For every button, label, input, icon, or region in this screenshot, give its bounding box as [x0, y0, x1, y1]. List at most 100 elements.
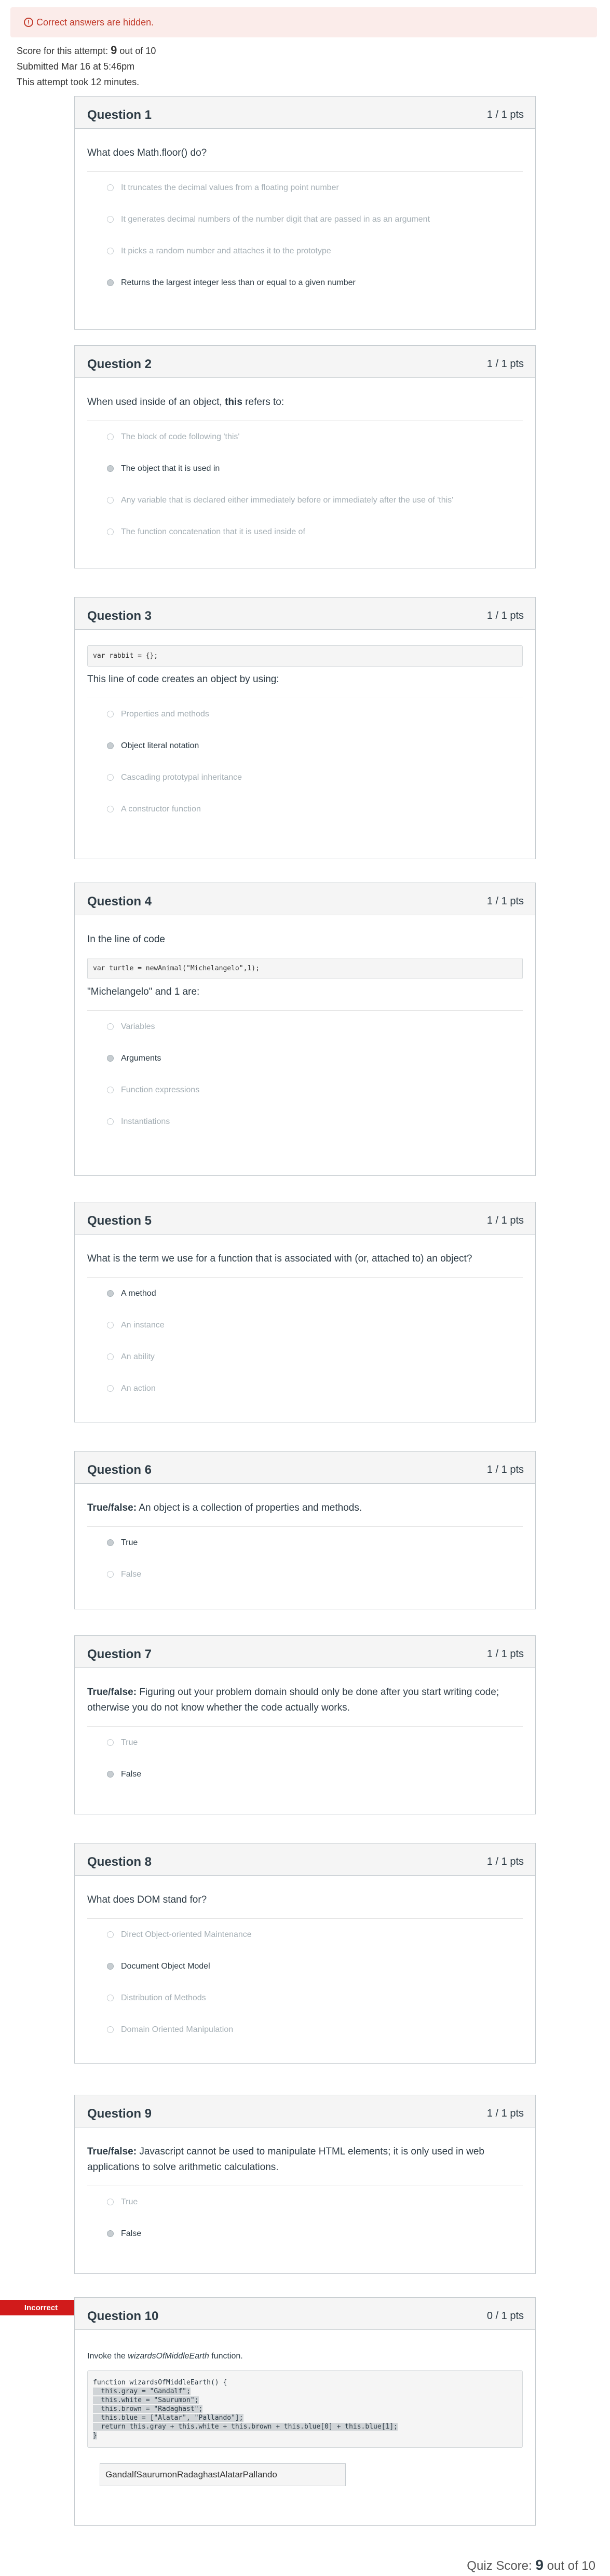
code-line-text: this.gray = "Gandalf"; [93, 2388, 191, 2395]
question-points: 1 / 1 pts [486, 1464, 524, 1475]
question-header: Question 7 1 / 1 pts [75, 1636, 535, 1668]
question-text: When used inside of an object, this refe… [87, 395, 523, 410]
code-line-text: this.brown = "Radaghast"; [93, 2405, 203, 2413]
answer-option[interactable]: True [87, 2186, 523, 2218]
radio-icon[interactable] [107, 711, 114, 717]
text-main: What does Math.floor() do? [87, 147, 207, 158]
question-points: 1 / 1 pts [486, 1856, 524, 1867]
answer-option[interactable]: False [87, 2218, 523, 2249]
answer-label: Cascading prototypal inheritance [121, 772, 242, 782]
answer-option[interactable]: Cascading prototypal inheritance [87, 762, 523, 793]
answer-option[interactable]: A constructor function [87, 793, 523, 825]
radio-icon[interactable] [107, 1118, 114, 1125]
radio-icon[interactable] [107, 465, 114, 472]
answer-option[interactable]: Domain Oriented Manipulation [87, 2014, 523, 2045]
radio-icon[interactable] [107, 774, 114, 781]
text-main: What does DOM stand for? [87, 1894, 207, 1905]
radio-icon[interactable] [107, 1023, 114, 1030]
answer-option[interactable]: Function expressions [87, 1074, 523, 1106]
answer-option[interactable]: An instance [87, 1309, 523, 1341]
answer-label: Arguments [121, 1053, 161, 1063]
answer-list: It truncates the decimal values from a f… [87, 171, 523, 299]
answer-option[interactable]: Returns the largest integer less than or… [87, 267, 523, 299]
answer-option[interactable]: Arguments [87, 1042, 523, 1074]
radio-icon[interactable] [107, 1385, 114, 1392]
answer-option[interactable]: Object literal notation [87, 730, 523, 762]
answer-option[interactable]: It generates decimal numbers of the numb… [87, 204, 523, 235]
radio-icon[interactable] [107, 2230, 114, 2237]
question-title: Question 8 [87, 1854, 152, 1869]
answer-option[interactable]: The object that it is used in [87, 453, 523, 484]
answer-option[interactable]: Variables [87, 1011, 523, 1042]
answer-option[interactable]: Instantiations [87, 1106, 523, 1137]
answer-field[interactable]: GandalfSaurumonRadaghastAlatarPallando [100, 2463, 346, 2486]
radio-icon[interactable] [107, 742, 114, 749]
answer-option[interactable]: True [87, 1727, 523, 1758]
answer-option[interactable]: An ability [87, 1341, 523, 1373]
radio-icon[interactable] [107, 279, 114, 286]
code-snippet: var turtle = newAnimal("Michelangelo",1)… [87, 958, 523, 979]
score-value: 9 [111, 44, 117, 57]
answer-option[interactable]: False [87, 1758, 523, 1790]
radio-icon[interactable] [107, 1353, 114, 1360]
radio-icon[interactable] [107, 1571, 114, 1578]
radio-icon[interactable] [107, 184, 114, 191]
answer-label: Instantiations [121, 1117, 170, 1126]
answer-label: False [121, 1769, 142, 1779]
radio-icon[interactable] [107, 1931, 114, 1938]
radio-icon[interactable] [107, 806, 114, 812]
answer-option[interactable]: A method [87, 1278, 523, 1309]
radio-icon[interactable] [107, 1539, 114, 1546]
question-text-2: "Michelangelo" and 1 are: [87, 986, 200, 997]
answer-option[interactable]: Direct Object-oriented Maintenance [87, 1919, 523, 1950]
radio-icon[interactable] [107, 1739, 114, 1746]
radio-icon[interactable] [107, 216, 114, 223]
radio-icon[interactable] [107, 1995, 114, 2001]
radio-icon[interactable] [107, 2199, 114, 2205]
answer-option[interactable]: Document Object Model [87, 1950, 523, 1982]
radio-icon[interactable] [107, 1290, 114, 1297]
answer-option[interactable]: Distribution of Methods [87, 1982, 523, 2014]
answer-option[interactable]: The block of code following 'this' [87, 421, 523, 453]
radio-icon[interactable] [107, 528, 114, 535]
radio-icon[interactable] [107, 1322, 114, 1328]
question-8: Question 8 1 / 1 pts What does DOM stand f… [74, 1843, 536, 2064]
question-title: Question 7 [87, 1647, 152, 1661]
radio-icon[interactable] [107, 2026, 114, 2033]
answer-label: The function concatenation that it is us… [121, 527, 305, 536]
radio-icon[interactable] [107, 433, 114, 440]
answer-option[interactable]: Any variable that is declared either imm… [87, 484, 523, 516]
question-text: True/false: An object is a collection of… [87, 1500, 523, 1516]
radio-icon[interactable] [107, 1087, 114, 1093]
question-title: Question 9 [87, 2106, 152, 2121]
text-pre: When used inside of an object, [87, 397, 225, 408]
radio-icon[interactable] [107, 1771, 114, 1778]
answer-option[interactable]: An action [87, 1373, 523, 1404]
radio-icon[interactable] [107, 497, 114, 504]
code-line-text: } [93, 2432, 97, 2439]
text-post: function. [209, 2352, 243, 2361]
text-bold: True/false: [87, 2146, 137, 2157]
question-10: Question 10 0 / 1 pts Invoke the wizards… [74, 2297, 536, 2526]
question-header: Question 6 1 / 1 pts [75, 1452, 535, 1484]
answer-option[interactable]: True [87, 1527, 523, 1558]
radio-icon[interactable] [107, 1055, 114, 1062]
answer-option[interactable]: The function concatenation that it is us… [87, 516, 523, 548]
question-body: What is the term we use for a function t… [75, 1235, 535, 1415]
answer-option[interactable]: It truncates the decimal values from a f… [87, 172, 523, 204]
question-4: Question 4 1 / 1 pts In the line of code va… [74, 883, 536, 1176]
question-body: True/false: Figuring out your problem do… [75, 1668, 535, 1800]
code-line-text: this.white = "Saurumon"; [93, 2396, 199, 2404]
radio-icon[interactable] [107, 248, 114, 254]
answer-option[interactable]: Properties and methods [87, 698, 523, 730]
answer-list: True False [87, 1726, 523, 1790]
answer-option[interactable]: False [87, 1558, 523, 1590]
radio-icon[interactable] [107, 1963, 114, 1970]
question-header: Question 5 1 / 1 pts [75, 1202, 535, 1235]
question-points: 1 / 1 pts [486, 1648, 524, 1660]
alert-text: Correct answers are hidden. [36, 17, 154, 28]
score-prefix: Score for this attempt: [17, 46, 111, 56]
question-text: This line of code creates an object by u… [87, 672, 523, 687]
question-title: Question 1 [87, 107, 152, 122]
answer-option[interactable]: It picks a random number and attaches it… [87, 235, 523, 267]
